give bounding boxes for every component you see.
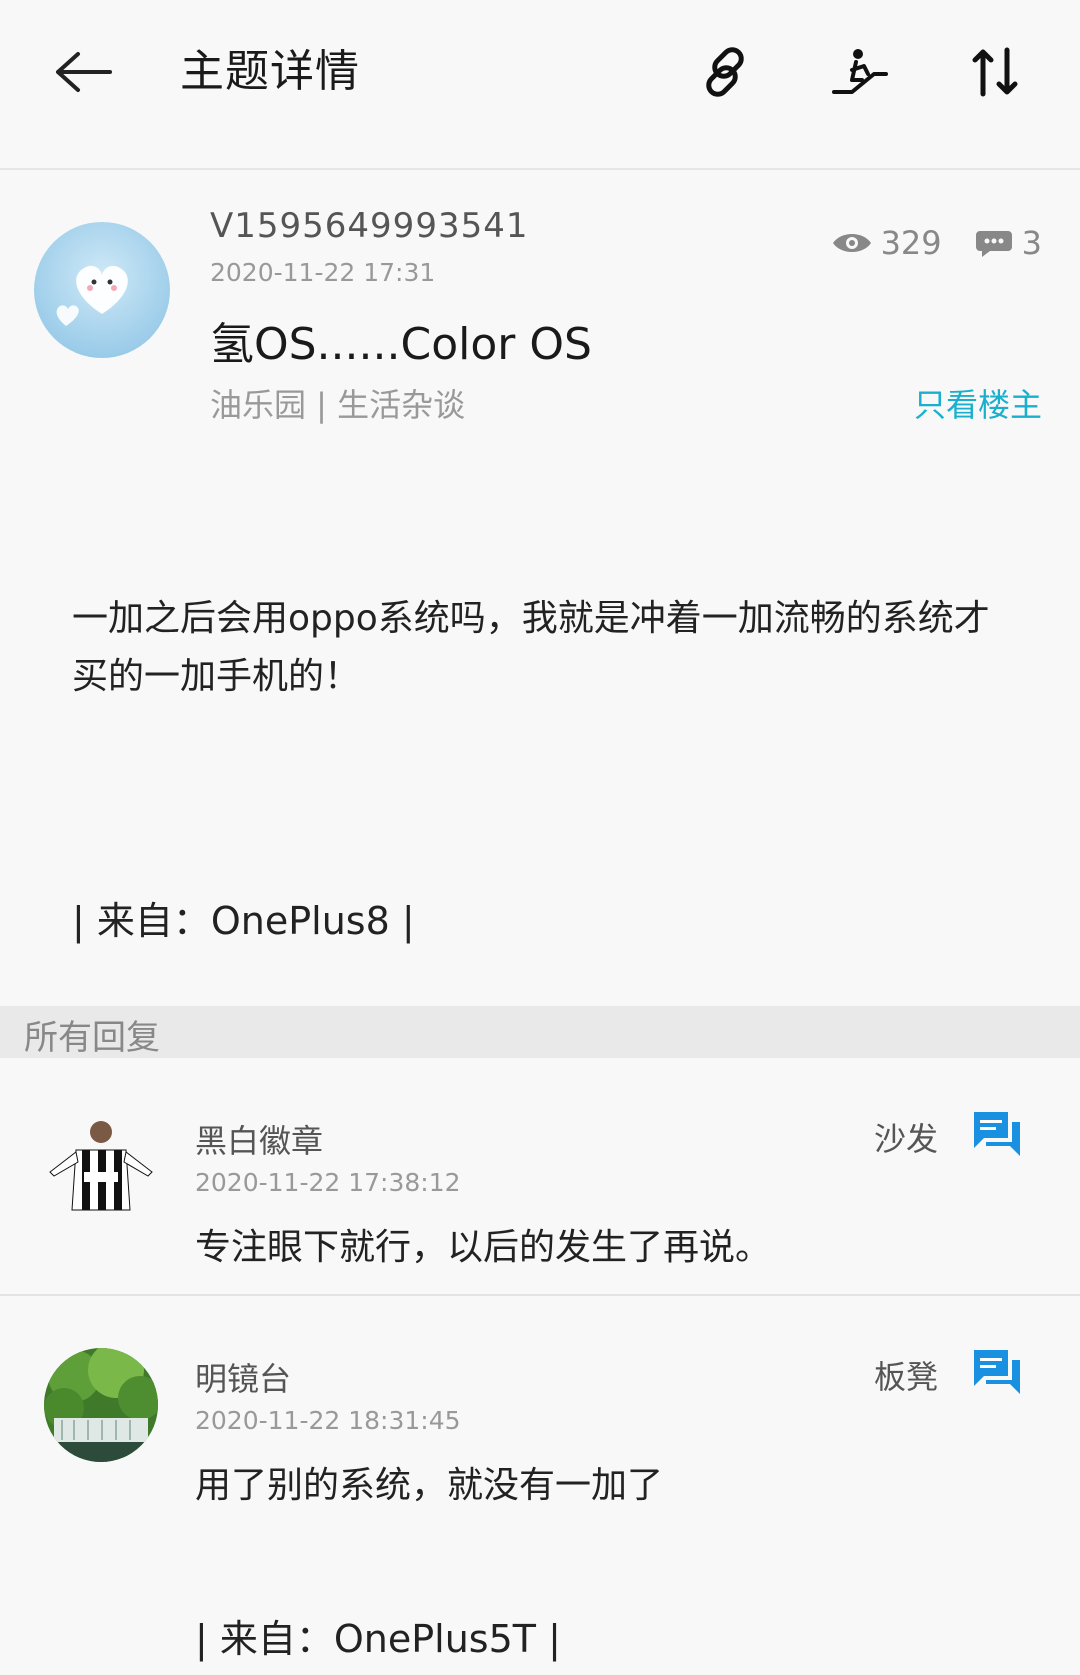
escalator-icon [832,49,888,94]
post-time: 2020-11-22 17:31 [210,258,436,287]
reply-chat-icon [974,1350,1020,1394]
author-name[interactable]: V1595649993541 [210,206,528,246]
page-title: 主题详情 [180,46,360,97]
forest-waterfall-avatar-image [44,1348,158,1462]
post-board[interactable]: 油乐园 | 生活杂谈 [210,380,465,426]
post-device-source: | 来自：OnePlus8 | [72,899,415,943]
cloud-heart-avatar-image [34,222,170,358]
reply-button[interactable] [972,1110,1022,1158]
reply-avatar[interactable] [44,1348,158,1462]
reply-time: 2020-11-22 17:38:12 [195,1168,461,1197]
copy-link-button[interactable] [685,36,765,108]
post-card: V1595649993541 2020-11-22 17:31 329 3 氢O… [0,170,1080,1006]
comment-count: 3 [974,224,1042,262]
reply-item: 黑白徽章 2020-11-22 17:38:12 沙发 专注眼下就行，以后的发生… [0,1058,1080,1296]
link-icon [706,47,744,97]
reply-author-name[interactable]: 黑白徽章 [195,1116,323,1162]
view-count: 329 [831,224,942,262]
reply-floor-label: 板凳 [873,1358,938,1396]
reply-floor-label: 沙发 [873,1120,938,1158]
reply-text: 用了别的系统，就没有一加了 [195,1465,664,1506]
comment-count-value: 3 [1021,224,1042,262]
author-avatar[interactable] [34,222,170,358]
reply-avatar[interactable] [44,1110,158,1224]
post-title: 氢OS......Color OS [210,319,592,370]
replies-section-header: 所有回复 [0,1006,1080,1058]
post-body: 一加之后会用oppo系统吗，我就是冲着一加流畅的系统才买的一加手机的！ [72,598,990,697]
reply-item: 明镜台 2020-11-22 18:31:45 板凳 用了别的系统，就没有一加了… [0,1296,1080,1675]
reply-text: 专注眼下就行，以后的发生了再说。 [195,1227,772,1268]
reply-author-name[interactable]: 明镜台 [195,1354,291,1400]
sort-icon [972,47,1018,97]
jump-floor-button[interactable] [820,36,900,108]
reply-chat-icon [974,1112,1020,1156]
football-player-avatar-image [44,1110,158,1224]
eye-icon [832,234,871,252]
top-app-bar: 主题详情 [0,0,1080,170]
only-op-button[interactable]: 只看楼主 [914,380,1042,426]
post-stats: 329 3 [831,224,1042,262]
back-arrow-icon [56,52,112,92]
reply-device-source: | 来自：OnePlus5T | [195,1617,561,1661]
reply-time: 2020-11-22 18:31:45 [195,1406,461,1435]
view-count-value: 329 [880,224,942,262]
reply-button[interactable] [972,1348,1022,1396]
sort-button[interactable] [955,36,1035,108]
comment-bubble-icon [975,231,1012,257]
replies-header-label: 所有回复 [24,1018,160,1058]
back-button[interactable] [44,36,124,108]
